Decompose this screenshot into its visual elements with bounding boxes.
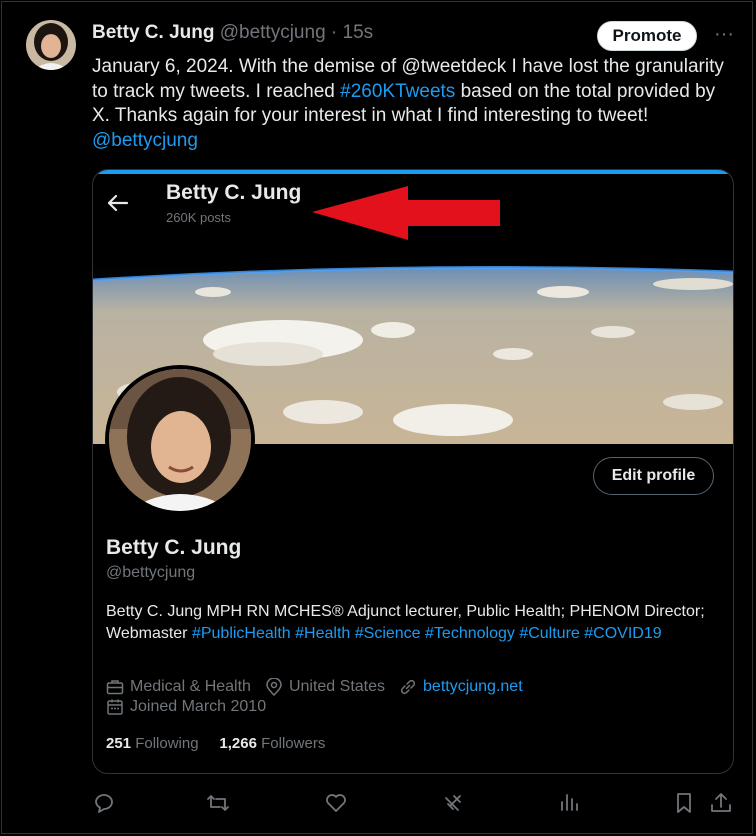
like-icon[interactable] bbox=[323, 790, 349, 816]
card-post-count: 260K posts bbox=[166, 210, 232, 225]
joined-item: Joined March 2010 bbox=[106, 698, 266, 716]
bio-tag: #Culture bbox=[519, 625, 580, 642]
share-icon[interactable] bbox=[708, 790, 734, 816]
bookmark-icon[interactable] bbox=[671, 790, 697, 816]
bio-tag: #Health bbox=[295, 625, 351, 642]
edit-profile-button: Edit profile bbox=[593, 457, 714, 495]
grok-icon[interactable] bbox=[440, 790, 466, 816]
profile-name: Betty C. Jung bbox=[106, 536, 242, 559]
mention-link[interactable]: @bettycjung bbox=[92, 130, 198, 151]
profile-bio: Betty C. Jung MPH RN MCHES® Adjunct lect… bbox=[106, 601, 706, 645]
separator: · bbox=[330, 22, 338, 43]
location-item: United States bbox=[265, 678, 385, 696]
bio-tag: #COVID19 bbox=[584, 625, 662, 642]
category-item: Medical & Health bbox=[106, 678, 251, 696]
bio-tag: #Technology bbox=[425, 625, 515, 642]
retweet-icon[interactable] bbox=[205, 790, 231, 816]
profile-meta-row: Medical & Health United States bettycjun… bbox=[106, 678, 537, 696]
link-icon bbox=[400, 679, 416, 695]
author-name[interactable]: Betty C. Jung bbox=[92, 22, 214, 43]
followers-count: 1,266 bbox=[219, 735, 257, 752]
profile-photo bbox=[105, 365, 255, 515]
tweet-text: January 6, 2024. With the demise of @twe… bbox=[92, 55, 737, 153]
card-header-name: Betty C. Jung bbox=[166, 181, 302, 204]
more-options-icon[interactable]: ··· bbox=[710, 22, 738, 50]
profile-handle: @bettycjung bbox=[106, 564, 196, 581]
website-link: bettycjung.net bbox=[423, 678, 523, 695]
briefcase-icon bbox=[106, 680, 124, 695]
calendar-icon bbox=[107, 699, 123, 715]
reply-icon[interactable] bbox=[91, 790, 117, 816]
follow-stats: 251 Following 1,266 Followers bbox=[106, 735, 325, 752]
category-text: Medical & Health bbox=[130, 678, 251, 695]
location-pin-icon bbox=[266, 678, 282, 696]
author-avatar[interactable] bbox=[26, 20, 76, 70]
author-handle[interactable]: @bettycjung bbox=[220, 22, 326, 43]
bio-tag: #PublicHealth bbox=[191, 625, 291, 642]
tweet-header: Betty C. Jung @bettycjung · 15s bbox=[92, 22, 373, 44]
bio-tag: #Science bbox=[354, 625, 421, 642]
followers-label: Followers bbox=[261, 735, 326, 752]
promote-button[interactable]: Promote bbox=[597, 21, 697, 51]
red-arrow-annotation bbox=[312, 186, 500, 240]
following-count: 251 bbox=[106, 735, 132, 752]
media-card[interactable]: Betty C. Jung 260K posts Edit profile Be… bbox=[92, 169, 734, 774]
location-text: United States bbox=[288, 678, 386, 695]
hashtag-link[interactable]: #260KTweets bbox=[340, 81, 455, 102]
back-arrow-icon bbox=[107, 194, 129, 212]
joined-text: Joined March 2010 bbox=[130, 698, 267, 715]
views-icon[interactable] bbox=[556, 790, 582, 816]
following-label: Following bbox=[135, 735, 199, 752]
website-item: bettycjung.net bbox=[399, 678, 523, 696]
card-accent-bar bbox=[93, 170, 733, 174]
timestamp[interactable]: 15s bbox=[343, 22, 374, 43]
tweet-actions-bar bbox=[0, 790, 756, 818]
joined-row: Joined March 2010 bbox=[106, 698, 280, 716]
